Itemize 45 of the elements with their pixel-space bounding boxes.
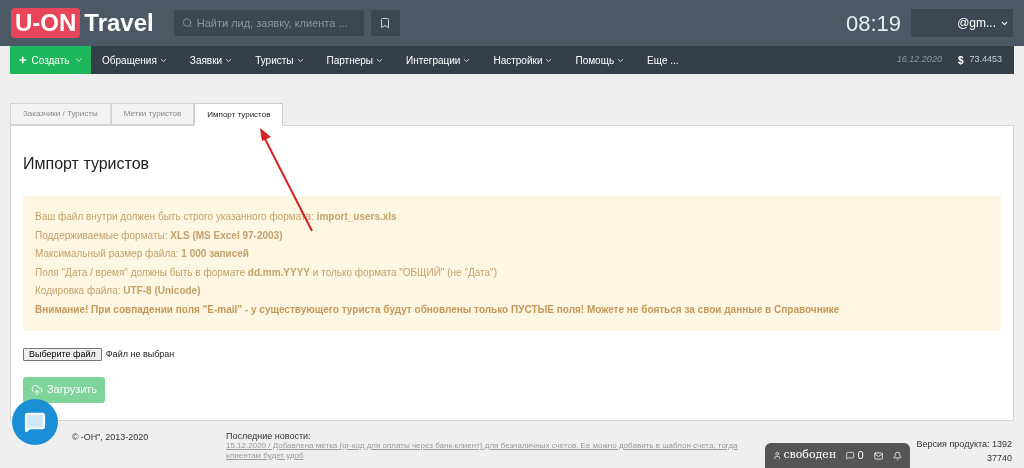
search-input[interactable]: Найти лид, заявку, клиента ... bbox=[196, 14, 356, 32]
caret-icon bbox=[73, 55, 83, 65]
nav-menu-item[interactable]: Интеграции bbox=[395, 52, 483, 68]
bell-icon[interactable] bbox=[892, 449, 902, 462]
tab[interactable]: Импорт туристов bbox=[194, 103, 284, 126]
current-date: 16.12.2020 bbox=[896, 53, 942, 67]
notice-line: Поддерживаемые форматы: XLS (MS Excel 97-2003) bbox=[35, 228, 284, 243]
user-menu[interactable]: @gm... bbox=[911, 9, 1013, 37]
product-version: Версия продукта: 1392 bbox=[916, 438, 1012, 451]
bookmark-button[interactable] bbox=[370, 10, 400, 36]
upload-cloud-icon bbox=[30, 383, 43, 396]
chat-icon bbox=[24, 411, 46, 433]
build-number: 37740 bbox=[986, 451, 1012, 465]
chat-bubble-button[interactable] bbox=[12, 399, 58, 445]
nav-menu-item[interactable]: Обращения bbox=[91, 52, 179, 68]
logo-badge: U-ON bbox=[11, 8, 81, 38]
search-field[interactable]: Найти лид, заявку, клиента ... bbox=[173, 10, 364, 36]
person-icon bbox=[773, 450, 782, 461]
page-title: Импорт туристов bbox=[23, 154, 151, 174]
copyright-text: -ОН", 2013-2020 bbox=[80, 431, 149, 444]
nav-menu-item[interactable]: Партнеры bbox=[315, 52, 395, 68]
status-text: свободен bbox=[783, 447, 837, 464]
nav-menu-item[interactable]: Настройки bbox=[482, 52, 565, 68]
exchange-rate: 73.4453 bbox=[969, 53, 1002, 67]
warning-text: Внимание! При совпадении поля "E-mail" - у существующего туриста будут обновлены только ПУСТЫЕ поля! Можете не бояться за свои данные в Справочнике bbox=[35, 302, 841, 317]
notice-line: Максимальный размер файла: 1 000 записей bbox=[35, 247, 250, 261]
clock-time: 08:19 bbox=[845, 9, 901, 38]
nav-more-item[interactable]: Еще ... bbox=[636, 52, 690, 68]
notice-line: Поля "Дата / время" должны быть в формате dd.mm.YYYY и только формата "ОБЩИЙ" (не "Дата") bbox=[35, 265, 498, 280]
news-heading: Последние новости: bbox=[226, 431, 312, 441]
notice-line: Кодировка файла: UTF-8 (Unicode) bbox=[35, 284, 202, 298]
logo-text: Travel bbox=[84, 8, 154, 38]
search-icon bbox=[181, 17, 193, 29]
chat-icon bbox=[846, 450, 855, 461]
mail-icon[interactable] bbox=[873, 449, 883, 462]
plus-icon bbox=[18, 55, 28, 65]
nav-menu-item[interactable]: Помощь bbox=[564, 52, 637, 68]
copyright-sign: © bbox=[72, 431, 79, 444]
nav-menu-item[interactable]: Заявки bbox=[178, 52, 245, 68]
message-count[interactable]: 0 bbox=[857, 447, 864, 464]
bookmark-icon bbox=[379, 17, 392, 29]
nav-menu-item[interactable]: Туристы bbox=[244, 52, 316, 68]
currency-sign: $ bbox=[957, 53, 964, 68]
choose-file-button[interactable]: Выберите файл bbox=[23, 348, 102, 362]
file-status: Файл не выбран bbox=[105, 348, 175, 361]
